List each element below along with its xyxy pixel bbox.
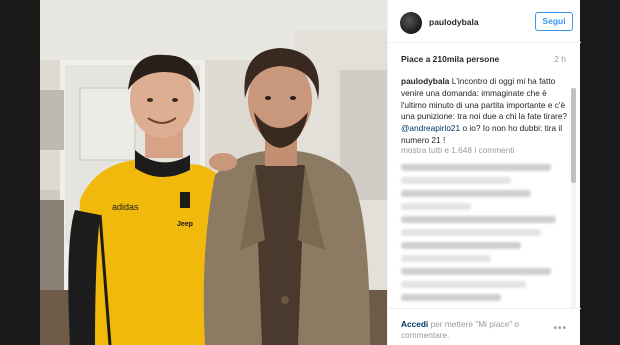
caption-mention-link[interactable]: @andreapirlo21: [401, 123, 460, 133]
blurred-comment: [401, 216, 556, 223]
blurred-comment: [401, 177, 511, 184]
login-prompt: Accedi per mettere "Mi piace" o commenta…: [401, 319, 541, 341]
avatar[interactable]: [400, 12, 422, 34]
caption-username[interactable]: paulodybala: [401, 76, 449, 86]
ellipsis-icon[interactable]: •••: [553, 323, 567, 334]
scrollbar-thumb[interactable]: [571, 88, 576, 183]
blurred-comment: [401, 281, 526, 288]
post-side-panel: paulodybala Segui Piace a 210mila person…: [387, 0, 581, 345]
post-footer: Accedi per mettere "Mi piace" o commenta…: [388, 308, 581, 345]
blurred-comment: [401, 229, 541, 236]
blurred-comment: [401, 164, 551, 171]
blurred-comment: [401, 242, 521, 249]
blurred-comment: [401, 190, 531, 197]
login-link[interactable]: Accedi: [401, 319, 428, 329]
username-link[interactable]: paulodybala: [429, 17, 479, 27]
adidas-logo: adidas: [112, 202, 139, 212]
comments-scrollbar[interactable]: [571, 88, 576, 308]
comments-list: [401, 164, 561, 307]
blurred-comment: [401, 294, 501, 301]
show-all-comments-link[interactable]: mostra tutti e 1.648 i commenti: [401, 145, 514, 155]
post-header: paulodybala Segui: [388, 0, 581, 43]
blurred-comment: [401, 255, 491, 262]
photo-illustration: adidas Jeep: [40, 0, 387, 345]
instagram-embed: adidas Jeep paulodybala Segui Piace a 21…: [40, 0, 581, 345]
post-caption: paulodybala L'incontro di oggi mi ha fat…: [401, 76, 571, 147]
likes-count[interactable]: Piace a 210mila persone: [401, 54, 499, 64]
blurred-comment: [401, 203, 471, 210]
jeep-logo: Jeep: [177, 221, 193, 228]
blurred-comment: [401, 268, 551, 275]
post-photo: adidas Jeep: [40, 0, 387, 345]
post-time[interactable]: 2 h: [554, 54, 566, 64]
follow-button[interactable]: Segui: [535, 12, 573, 31]
